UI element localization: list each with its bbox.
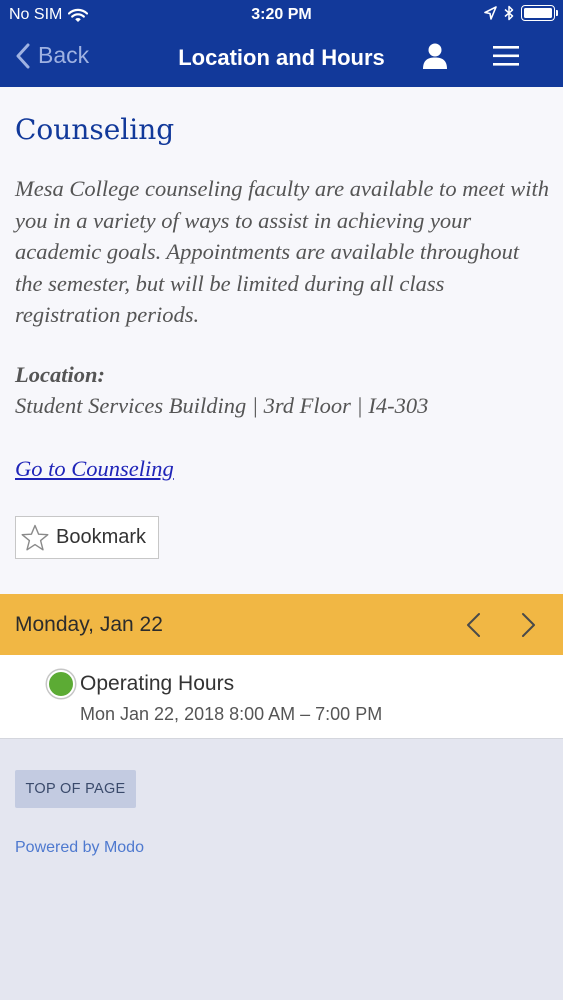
status-bar: No SIM 3:20 PM bbox=[0, 0, 563, 30]
powered-by-link[interactable]: Powered by Modo bbox=[15, 839, 144, 857]
nav-bar: Back Location and Hours bbox=[0, 30, 563, 87]
location-label: Location: bbox=[15, 362, 105, 387]
user-icon bbox=[423, 43, 447, 69]
status-time: 3:20 PM bbox=[251, 6, 312, 23]
previous-day-button[interactable] bbox=[464, 612, 484, 638]
location-value: Student Services Building | 3rd Floor | … bbox=[15, 393, 429, 418]
location-description: Mesa College counseling faculty are avai… bbox=[15, 176, 550, 327]
header: No SIM 3:20 PM Back Location and Hours bbox=[0, 0, 563, 87]
hamburger-menu-icon bbox=[493, 46, 519, 66]
star-icon bbox=[21, 524, 49, 550]
location-title: Counseling bbox=[15, 113, 175, 146]
top-of-page-button[interactable]: TOP OF PAGE bbox=[15, 770, 136, 808]
date-label: Monday, Jan 22 bbox=[15, 613, 163, 636]
status-right bbox=[484, 5, 558, 21]
date-bar: Monday, Jan 22 bbox=[0, 594, 563, 655]
page-title: Location and Hours bbox=[178, 45, 385, 70]
bluetooth-icon bbox=[504, 5, 514, 21]
hours-time: Mon Jan 22, 2018 8:00 AM – 7:00 PM bbox=[80, 704, 383, 724]
menu-button[interactable] bbox=[491, 44, 521, 68]
next-day-button[interactable] bbox=[518, 612, 538, 638]
open-status-icon bbox=[47, 670, 75, 698]
bookmark-label: Bookmark bbox=[56, 526, 147, 548]
user-button[interactable] bbox=[420, 41, 450, 71]
chevron-right-icon bbox=[522, 613, 535, 637]
detail-content: Counseling Mesa College counseling facul… bbox=[0, 87, 563, 594]
location-arrow-icon bbox=[484, 6, 497, 20]
battery-icon bbox=[521, 5, 558, 21]
hours-item[interactable]: Operating Hours Mon Jan 22, 2018 8:00 AM… bbox=[0, 655, 563, 739]
bookmark-button[interactable]: Bookmark bbox=[15, 516, 159, 559]
hours-title: Operating Hours bbox=[80, 672, 235, 695]
go-to-counseling-link[interactable]: Go to Counseling bbox=[15, 456, 174, 482]
chevron-left-icon bbox=[467, 613, 480, 637]
